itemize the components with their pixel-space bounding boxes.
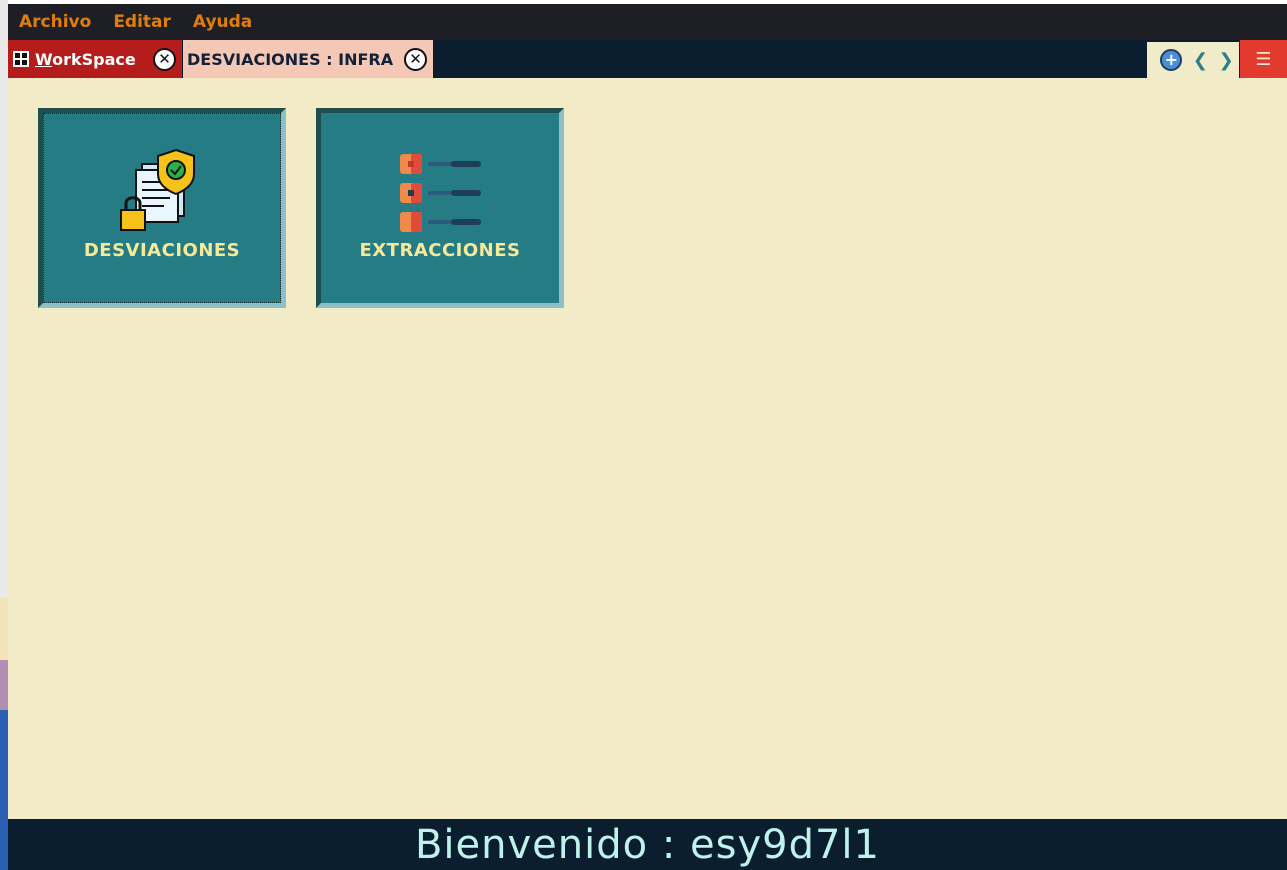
document-shield-lock-icon <box>120 148 195 231</box>
tab-desviaciones-infra[interactable]: DESVIACIONES : INFRA ✕ <box>183 40 433 78</box>
tile-label: DESVIACIONES <box>83 240 241 261</box>
tile-label: EXTRACCIONES <box>359 240 521 261</box>
menu-archivo[interactable]: Archivo <box>8 12 102 32</box>
tile-extracciones[interactable]: EXTRACCIONES <box>316 108 564 308</box>
tile-desviaciones[interactable]: DESVIACIONES <box>38 108 286 308</box>
close-icon[interactable]: ✕ <box>153 47 176 71</box>
chevron-left-icon[interactable]: ❮ <box>1193 50 1208 71</box>
grid-icon <box>13 51 29 67</box>
edge-segment <box>0 598 8 660</box>
tab-label: WorkSpace <box>35 49 136 69</box>
workspace-area: DESVIACIONES EXTRACCIONES <box>8 78 1287 819</box>
menu-bar: Archivo Editar Ayuda <box>8 4 1287 40</box>
tab-workspace[interactable]: WorkSpace ✕ <box>8 40 182 78</box>
chevron-right-icon[interactable]: ❯ <box>1219 50 1234 71</box>
tab-label: DESVIACIONES : INFRA <box>187 49 394 69</box>
menu-ayuda[interactable]: Ayuda <box>182 12 263 32</box>
welcome-text: Bienvenido : esy9d7l1 <box>414 821 880 868</box>
footer-bar: Bienvenido : esy9d7l1 <box>8 819 1287 870</box>
add-tab-icon[interactable]: + <box>1160 49 1183 71</box>
edge-segment <box>0 710 8 870</box>
close-icon[interactable]: ✕ <box>404 47 427 71</box>
checklist-icon <box>400 154 481 232</box>
menu-editar[interactable]: Editar <box>102 12 182 32</box>
edge-segment <box>0 660 8 710</box>
tab-bar: WorkSpace ✕ DESVIACIONES : INFRA ✕ + ❮ ❯… <box>8 40 1287 78</box>
hamburger-menu-icon[interactable]: ☰ <box>1240 40 1287 78</box>
window-edge <box>0 0 8 870</box>
tab-tools: + ❮ ❯ <box>1147 42 1239 78</box>
